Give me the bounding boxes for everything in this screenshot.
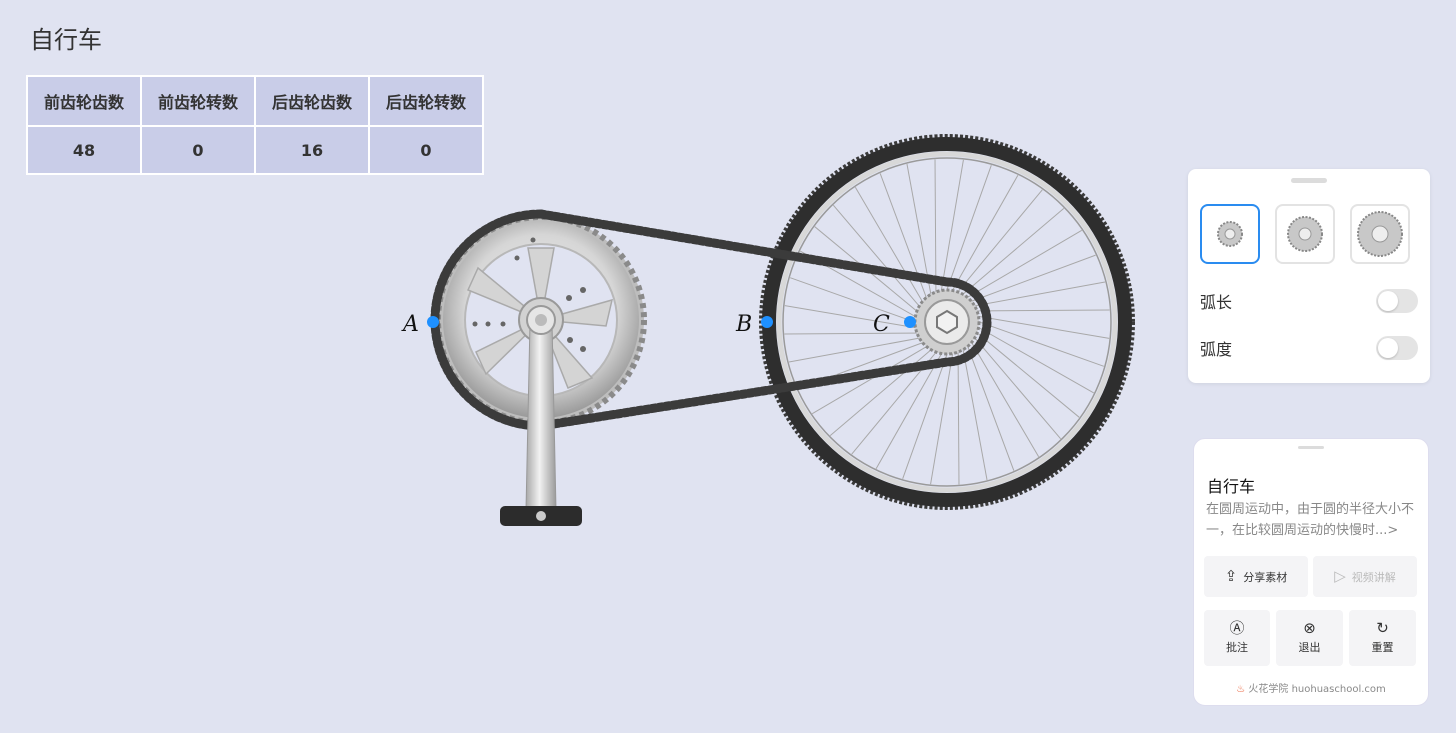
arc-length-row: 弧长 <box>1200 287 1418 315</box>
drag-handle[interactable] <box>1291 178 1327 183</box>
flame-icon: ♨ <box>1236 684 1246 695</box>
gear-size-options <box>1200 204 1410 264</box>
svg-text:B: B <box>735 312 752 337</box>
info-title: 自行车 <box>1207 477 1256 496</box>
large-gear-icon <box>1357 211 1403 257</box>
share-label: 分享素材 <box>1243 570 1288 584</box>
share-icon: ⇪ <box>1224 567 1238 585</box>
reset-label: 重置 <box>1371 641 1394 654</box>
rear-sprocket <box>913 288 981 356</box>
arc-length-toggle[interactable] <box>1376 289 1418 313</box>
close-circle-icon: ⊗ <box>1303 619 1316 637</box>
arc-length-label: 弧长 <box>1200 293 1233 312</box>
bicycle-scene[interactable]: A B C <box>0 0 1160 733</box>
large-gear-option[interactable] <box>1350 204 1410 264</box>
play-icon: ▷ <box>1334 567 1346 585</box>
reset-button[interactable]: ↻ 重置 <box>1349 610 1416 666</box>
radian-row: 弧度 <box>1200 334 1418 362</box>
exit-button[interactable]: ⊗ 退出 <box>1276 610 1343 666</box>
medium-gear-icon <box>1287 216 1323 252</box>
refresh-icon: ↻ <box>1376 619 1389 637</box>
small-gear-option[interactable] <box>1200 204 1260 264</box>
medium-gear-option[interactable] <box>1275 204 1335 264</box>
annotate-label: 批注 <box>1226 641 1248 654</box>
exit-label: 退出 <box>1298 641 1321 654</box>
small-gear-icon <box>1217 221 1243 247</box>
svg-text:A: A <box>401 312 419 337</box>
brand-text: 火花学院 huohuaschool.com <box>1248 684 1386 695</box>
brand-footer[interactable]: ♨ 火花学院 huohuaschool.com <box>1194 680 1428 695</box>
radian-label: 弧度 <box>1200 340 1233 359</box>
settings-panel: 弧长 弧度 <box>1188 169 1430 383</box>
radian-toggle[interactable] <box>1376 336 1418 360</box>
drag-handle[interactable] <box>1298 446 1324 449</box>
annotate-button[interactable]: Ⓐ 批注 <box>1204 610 1270 666</box>
annotate-icon: Ⓐ <box>1229 619 1245 637</box>
video-button[interactable]: ▷ 视频讲解 <box>1313 556 1417 597</box>
info-panel: 自行车 在圆周运动中，由于圆的半径大小不一，在比较圆周运动的快慢时...> ⇪ … <box>1193 438 1429 706</box>
info-description[interactable]: 在圆周运动中，由于圆的半径大小不一，在比较圆周运动的快慢时...> <box>1206 499 1420 541</box>
share-button[interactable]: ⇪ 分享素材 <box>1204 556 1308 597</box>
svg-text:C: C <box>873 312 890 337</box>
video-label: 视频讲解 <box>1351 570 1396 584</box>
